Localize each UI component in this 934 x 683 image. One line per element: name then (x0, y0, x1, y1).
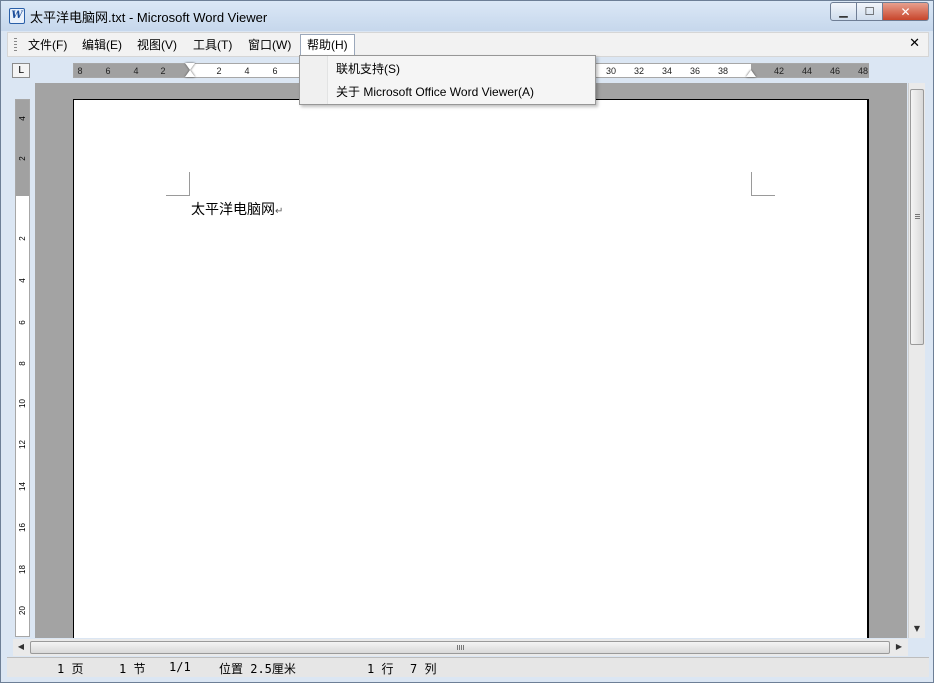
ruler-tick: 2 (160, 66, 166, 76)
window-controls: ▁ ☐ ✕ (830, 2, 929, 21)
toolbar-grip-icon[interactable] (14, 38, 17, 52)
ruler-tick: 6 (105, 66, 111, 76)
menu-item-about[interactable]: 关于 Microsoft Office Word Viewer(A) (336, 81, 534, 103)
word-viewer-icon[interactable]: W (9, 8, 25, 24)
ruler-tick: 4 (244, 66, 250, 76)
ruler-tick: 16 (18, 523, 27, 532)
menu-file[interactable]: 文件(F) (26, 37, 69, 54)
ruler-tick: 36 (689, 66, 701, 76)
ruler-tick: 42 (773, 66, 785, 76)
vertical-ruler[interactable]: 4 2 2 4 6 8 10 12 14 16 18 20 (15, 99, 30, 637)
thumb-grip-icon (457, 645, 464, 650)
scroll-left-icon[interactable]: ◀ (13, 639, 29, 655)
thumb-grip-icon (915, 214, 920, 220)
title-bar[interactable]: W 太平洋电脑网.txt - Microsoft Word Viewer ▁ ☐… (1, 1, 933, 31)
document-close-icon[interactable]: ✕ (909, 36, 920, 51)
hanging-indent-icon[interactable] (185, 70, 195, 77)
menu-help[interactable]: 帮助(H) (300, 34, 355, 57)
ruler-tick: 12 (18, 440, 27, 449)
ruler-tick: 20 (18, 606, 27, 615)
menu-bar: 文件(F) 编辑(E) 视图(V) 工具(T) 窗口(W) 帮助(H) ✕ (7, 32, 929, 57)
ruler-tick: 2 (216, 66, 222, 76)
minimize-button[interactable]: ▁ (830, 2, 857, 21)
horizontal-scroll-thumb[interactable] (30, 641, 890, 654)
ruler-tick: 4 (18, 278, 27, 283)
first-line-indent-icon[interactable] (185, 63, 195, 70)
help-dropdown-menu: 联机支持(S) 关于 Microsoft Office Word Viewer(… (299, 55, 596, 105)
status-position: 位置 2.5厘米 (219, 662, 296, 676)
ruler-tick: 48 (857, 66, 869, 76)
word-viewer-window: W 太平洋电脑网.txt - Microsoft Word Viewer ▁ ☐… (0, 0, 934, 683)
ruler-tick: 4 (133, 66, 139, 76)
ruler-tick: 8 (77, 66, 83, 76)
ruler-tick: 44 (801, 66, 813, 76)
menu-icon-gutter (300, 56, 328, 104)
ruler-tick: 2 (18, 236, 27, 241)
menu-window[interactable]: 窗口(W) (246, 37, 293, 54)
document-page[interactable] (73, 99, 869, 638)
status-column: 7 列 (410, 662, 437, 676)
margin-corner-mark (751, 172, 775, 196)
ruler-left-margin (74, 64, 190, 77)
scroll-right-icon[interactable]: ▶ (891, 639, 907, 655)
close-button[interactable]: ✕ (883, 2, 929, 21)
status-line: 1 行 (367, 662, 394, 676)
status-page: 1 页 (57, 662, 84, 676)
ruler-tick: 14 (18, 482, 27, 491)
ruler-tick: 34 (661, 66, 673, 76)
ruler-tick: 30 (605, 66, 617, 76)
margin-corner-mark (166, 172, 190, 196)
vertical-scrollbar[interactable]: ▼ (908, 83, 925, 638)
menu-tools[interactable]: 工具(T) (191, 37, 234, 54)
document-text[interactable]: 太平洋电脑网↵ (191, 199, 283, 219)
ruler-tick: 10 (18, 399, 27, 408)
vertical-scroll-thumb[interactable] (910, 89, 924, 345)
ruler-tick: 38 (717, 66, 729, 76)
document-body-text: 太平洋电脑网 (191, 202, 275, 218)
status-bar: 1 页 1 节 1/1 位置 2.5厘米 1 行 7 列 (7, 657, 929, 677)
ruler-tick: 32 (633, 66, 645, 76)
ruler-tick: 46 (829, 66, 841, 76)
ruler-tick: 8 (18, 361, 27, 366)
maximize-button[interactable]: ☐ (857, 2, 883, 21)
tab-selector[interactable]: L (12, 63, 30, 78)
right-indent-icon[interactable] (746, 70, 756, 77)
ruler-tick: 6 (272, 66, 278, 76)
menu-edit[interactable]: 编辑(E) (80, 37, 124, 54)
window-title: 太平洋电脑网.txt - Microsoft Word Viewer (30, 10, 268, 25)
ruler-tick: 2 (18, 156, 27, 161)
menu-view[interactable]: 视图(V) (135, 37, 179, 54)
ruler-tick: 18 (18, 565, 27, 574)
horizontal-scrollbar[interactable]: ◀ ▶ (13, 639, 908, 656)
menu-item-online-support[interactable]: 联机支持(S) (336, 58, 400, 80)
status-page-of: 1/1 (169, 660, 191, 674)
paragraph-mark-icon: ↵ (275, 206, 284, 217)
ruler-tick: 6 (18, 320, 27, 325)
scroll-down-icon[interactable]: ▼ (909, 621, 925, 637)
status-section: 1 节 (119, 662, 146, 676)
ruler-tick: 4 (18, 116, 27, 121)
